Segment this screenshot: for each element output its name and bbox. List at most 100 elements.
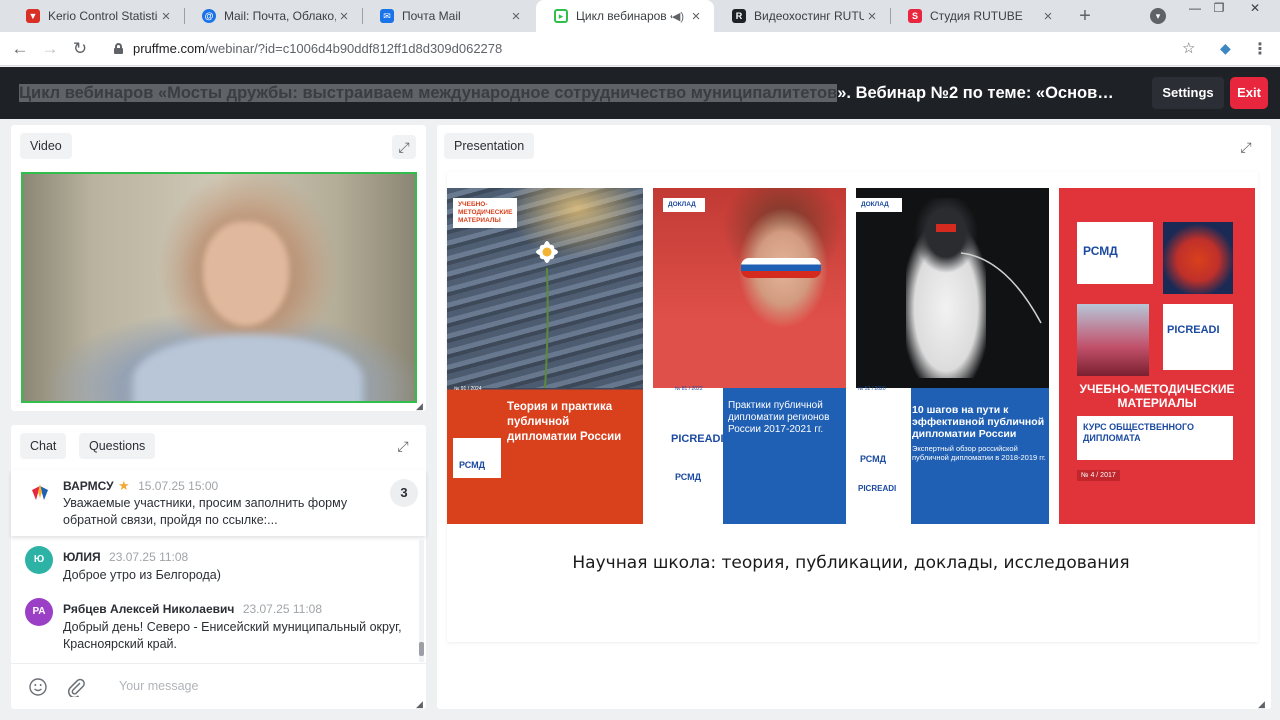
pinned-time: 15.07.25 15:00 xyxy=(138,479,219,493)
reload-icon[interactable]: ↻ xyxy=(68,37,92,61)
cover-photo-dancer xyxy=(1077,304,1149,376)
webinar-title: Цикл вебинаров «Мосты дружбы: выстраивае… xyxy=(19,82,1139,104)
message-text: Доброе утро из Белгорода) xyxy=(63,568,221,582)
book-issue: № 81 / 2022 xyxy=(675,386,703,392)
close-icon[interactable]: × xyxy=(158,8,174,25)
chat-message-input[interactable]: Your message xyxy=(119,679,198,693)
close-icon[interactable]: × xyxy=(1040,8,1056,25)
speaker-icon[interactable]: ◀) xyxy=(672,10,684,23)
book-label: ДОКЛАД xyxy=(856,198,902,212)
video-tab[interactable]: Video xyxy=(20,133,72,159)
book-issue: № 91 / 2024 xyxy=(454,386,482,392)
message-text: Добрый день! Северо - Енисейский муницип… xyxy=(63,620,402,651)
address-bar[interactable]: pruffme.com/webinar/?id=c1006d4b90ddf812… xyxy=(133,41,502,56)
picreadi-logo-text: PICREADI xyxy=(671,433,724,445)
message-author: ЮЛИЯ xyxy=(63,550,101,564)
bookmark-star-icon[interactable]: ☆ xyxy=(1182,39,1195,57)
close-icon[interactable]: × xyxy=(688,8,704,25)
emoji-icon[interactable] xyxy=(29,678,47,696)
presentation-tab[interactable]: Presentation xyxy=(444,133,535,159)
video-blur-shirt xyxy=(133,334,363,401)
pinned-header: ВАРМСУ ★ 15.07.25 15:00 xyxy=(63,477,218,495)
rsmd-logo-box: РСМД xyxy=(1077,222,1153,284)
browser-tab[interactable]: R Видеохостинг RUTUBE × xyxy=(714,0,890,32)
book-issue: № 52 / 2020 xyxy=(858,386,886,392)
expand-icon[interactable]: ⤢ xyxy=(391,434,415,458)
tab-search-icon[interactable]: ▾ xyxy=(1150,8,1166,24)
tab-chat[interactable]: Chat xyxy=(20,433,67,459)
browser-menu-icon[interactable]: ⋮ xyxy=(1252,39,1268,59)
restore-icon[interactable]: ❐ xyxy=(1204,0,1234,18)
url-path: /webinar/?id=c1006d4b90ddf812ff1d8d309d0… xyxy=(205,41,503,56)
book-subtitle: Экспертный обзор российской публичной ди… xyxy=(912,444,1046,462)
picreadi-logo-text: PICREADI xyxy=(1167,324,1220,336)
book-label: УЧЕБНО-МЕТОДИЧЕСКИЕ МАТЕРИАЛЫ xyxy=(453,198,517,228)
browser-tab[interactable]: @ Mail: Почта, Облако, К × xyxy=(184,0,362,32)
video-stream[interactable] xyxy=(21,172,417,403)
tab-questions[interactable]: Questions xyxy=(79,433,156,459)
webinar-icon: ▸ xyxy=(554,9,568,23)
avatar: РА xyxy=(25,598,53,626)
chat-scrollbar[interactable] xyxy=(419,540,424,662)
close-icon[interactable]: × xyxy=(864,8,880,25)
cover-photo-kokoshnik xyxy=(1163,222,1233,294)
picreadi-logo-text: PICREADI xyxy=(858,484,897,493)
book-cover: УЧЕБНО-МЕТОДИЧЕСКИЕ МАТЕРИАЛЫ № 91 / 202… xyxy=(447,188,643,524)
varmsu-logo-icon xyxy=(32,484,48,500)
message-author: Рябцев Алексей Николаевич xyxy=(63,602,235,616)
message-time: 23.07.25 11:08 xyxy=(242,602,322,616)
webinar-title-rest: ». Вебинар №2 по теме: «Основ… xyxy=(837,84,1114,102)
rsmd-logo-text: РСМД xyxy=(860,454,887,464)
expand-icon[interactable]: ⤢ xyxy=(1234,135,1258,159)
lock-icon[interactable] xyxy=(114,43,123,54)
pinned-author: ВАРМСУ xyxy=(63,479,114,493)
video-blur-face xyxy=(203,222,289,326)
browser-tab-bar: ▼ Kerio Control Statistics × @ Mail: Поч… xyxy=(0,0,1280,32)
tab-title: Видеохостинг RUTUBE xyxy=(754,9,864,23)
tricolor-sunglasses-icon xyxy=(741,258,821,278)
browser-tab[interactable]: ✉ Почта Mail × xyxy=(362,0,534,32)
browser-tab[interactable]: S Студия RUTUBE × xyxy=(890,0,1066,32)
resize-handle-icon[interactable]: ◢ xyxy=(416,699,426,709)
webinar-header: Цикл вебинаров «Мосты дружбы: выстраивае… xyxy=(0,67,1280,119)
message-header: ЮЛИЯ 23.07.25 11:08 xyxy=(63,548,188,566)
browser-toolbar: ← → ↻ pruffme.com/webinar/?id=c1006d4b90… xyxy=(0,32,1280,66)
shield-icon: ▼ xyxy=(26,9,40,23)
pinned-text: Уважаемые участники, просим заполнить фо… xyxy=(63,496,348,527)
resize-handle-icon[interactable]: ◢ xyxy=(1258,699,1268,709)
close-icon[interactable]: × xyxy=(336,8,352,25)
rsmd-logo-text: РСМД xyxy=(1083,244,1118,258)
new-tab-plus-icon[interactable]: + xyxy=(1073,4,1097,28)
browser-tab[interactable]: ▼ Kerio Control Statistics × xyxy=(8,0,184,32)
mail-icon: ✉ xyxy=(380,9,394,23)
forward-arrow-icon[interactable]: → xyxy=(38,37,62,61)
back-arrow-icon[interactable]: ← xyxy=(8,37,32,61)
url-domain: pruffme.com xyxy=(133,41,206,56)
reply-count-badge[interactable]: 3 xyxy=(390,479,418,507)
star-icon: ★ xyxy=(118,478,130,493)
book-title: Теория и практика публичной дипломатии Р… xyxy=(507,401,622,443)
extension-icon[interactable]: ◆ xyxy=(1220,40,1238,58)
window-close-icon[interactable]: ✕ xyxy=(1240,0,1270,18)
tab-title: Студия RUTUBE xyxy=(930,9,1023,23)
tab-title: Почта Mail xyxy=(402,9,461,23)
attach-paperclip-icon[interactable] xyxy=(66,677,86,697)
close-icon[interactable]: × xyxy=(508,8,524,25)
exit-button[interactable]: Exit xyxy=(1230,77,1268,109)
message-header: Рябцев Алексей Николаевич 23.07.25 11:08 xyxy=(63,600,322,618)
cover-white-strip xyxy=(653,388,723,524)
scrollbar-thumb[interactable] xyxy=(419,642,424,656)
book-cover: РСМД PICREADI УЧЕБНО-МЕТОДИЧЕСКИЕ МАТЕРИ… xyxy=(1059,188,1255,524)
pinned-message[interactable]: ВАРМСУ ★ 15.07.25 15:00 Уважаемые участн… xyxy=(11,470,426,536)
book-issue: № 4 / 2017 xyxy=(1077,470,1120,481)
book-cover: ДОКЛАД № 52 / 2020 10 шагов на пути к эф… xyxy=(856,188,1049,524)
browser-tab-active[interactable]: ▸ Цикл вебинаров « ◀) × xyxy=(536,0,714,32)
message-time: 23.07.25 11:08 xyxy=(109,550,189,564)
resize-handle-icon[interactable]: ◢ xyxy=(416,401,426,411)
book-title: 10 шагов на пути к эффективной публичной… xyxy=(912,404,1045,440)
tab-title: Mail: Почта, Облако, К xyxy=(224,9,336,23)
cover-photo-woman xyxy=(693,188,843,388)
expand-icon[interactable]: ⤢ xyxy=(392,135,416,159)
settings-button[interactable]: Settings xyxy=(1152,77,1224,109)
at-icon: @ xyxy=(202,9,216,23)
